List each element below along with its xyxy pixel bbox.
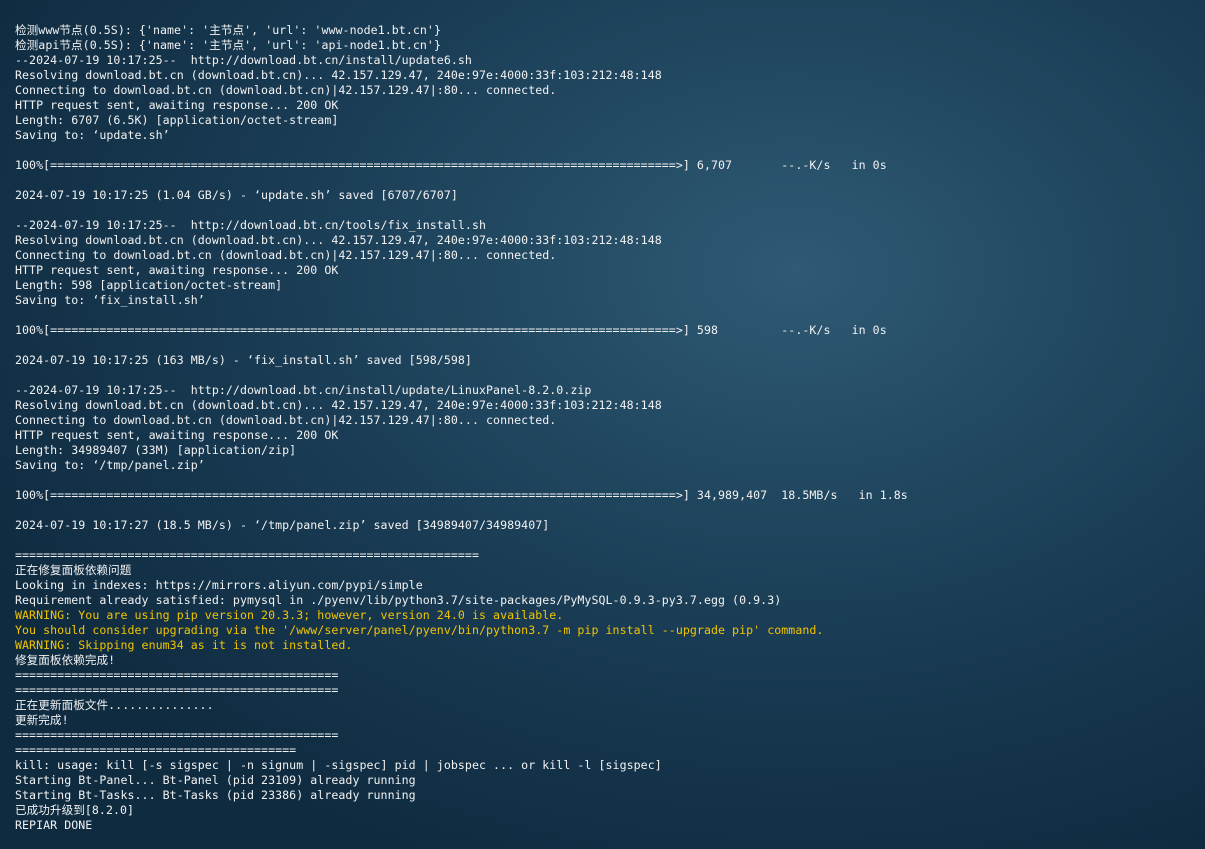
terminal-line: ========================================…	[15, 683, 339, 697]
terminal-line: HTTP request sent, awaiting response... …	[15, 98, 339, 112]
terminal-line: --2024-07-19 10:17:25-- http://download.…	[15, 53, 472, 67]
terminal-line: Resolving download.bt.cn (download.bt.cn…	[15, 68, 662, 82]
terminal-line: Length: 598 [application/octet-stream]	[15, 278, 283, 292]
terminal-line: 正在更新面板文件...............	[15, 698, 214, 712]
terminal-line: Saving to: ‘update.sh’	[15, 128, 170, 142]
terminal-warning-line: You should consider upgrading via the '/…	[15, 623, 824, 637]
terminal-line: --2024-07-19 10:17:25-- http://download.…	[15, 383, 592, 397]
terminal-line: Requirement already satisfied: pymysql i…	[15, 593, 782, 607]
terminal-line: Length: 34989407 (33M) [application/zip]	[15, 443, 297, 457]
terminal-line: Saving to: ‘fix_install.sh’	[15, 293, 205, 307]
terminal-line: Connecting to download.bt.cn (download.b…	[15, 248, 557, 262]
terminal-output: 检测www节点(0.5S): {'name': '主节点', 'url': 'w…	[15, 23, 908, 833]
terminal-line: 100%[===================================…	[15, 488, 908, 502]
terminal-window[interactable]: 检测www节点(0.5S): {'name': '主节点', 'url': 'w…	[0, 0, 1205, 849]
terminal-line: kill: usage: kill [-s sigspec | -n signu…	[15, 758, 662, 772]
terminal-line: Resolving download.bt.cn (download.bt.cn…	[15, 233, 662, 247]
terminal-line: 正在修复面板依赖问题	[15, 563, 132, 577]
terminal-line: REPIAR DONE	[15, 818, 93, 832]
terminal-line: Looking in indexes: https://mirrors.aliy…	[15, 578, 423, 592]
terminal-line: Length: 6707 (6.5K) [application/octet-s…	[15, 113, 339, 127]
terminal-line: 更新完成!	[15, 713, 69, 727]
terminal-line: Connecting to download.bt.cn (download.b…	[15, 413, 557, 427]
terminal-line: 2024-07-19 10:17:25 (163 MB/s) - ‘fix_in…	[15, 353, 472, 367]
terminal-line: 100%[===================================…	[15, 323, 887, 337]
terminal-line: 检测api节点(0.5S): {'name': '主节点', 'url': 'a…	[15, 38, 441, 52]
terminal-line: Starting Bt-Tasks... Bt-Tasks (pid 23386…	[15, 788, 416, 802]
terminal-warning-line: WARNING: Skipping enum34 as it is not in…	[15, 638, 353, 652]
terminal-line: HTTP request sent, awaiting response... …	[15, 428, 339, 442]
terminal-line: ========================================…	[15, 728, 339, 742]
terminal-line: HTTP request sent, awaiting response... …	[15, 263, 339, 277]
terminal-line: 检测www节点(0.5S): {'name': '主节点', 'url': 'w…	[15, 23, 441, 37]
terminal-line: Starting Bt-Panel... Bt-Panel (pid 23109…	[15, 773, 416, 787]
terminal-line: --2024-07-19 10:17:25-- http://download.…	[15, 218, 487, 232]
terminal-line: ========================================…	[15, 668, 339, 682]
terminal-line: 修复面板依赖完成!	[15, 653, 116, 667]
terminal-line: Resolving download.bt.cn (download.bt.cn…	[15, 398, 662, 412]
terminal-line: ========================================	[15, 743, 297, 757]
terminal-line: 2024-07-19 10:17:27 (18.5 MB/s) - ‘/tmp/…	[15, 518, 550, 532]
terminal-line: Saving to: ‘/tmp/panel.zip’	[15, 458, 205, 472]
terminal-line: 已成功升级到[8.2.0]	[15, 803, 135, 817]
terminal-line: Connecting to download.bt.cn (download.b…	[15, 83, 557, 97]
terminal-warning-line: WARNING: You are using pip version 20.3.…	[15, 608, 564, 622]
terminal-line: ========================================…	[15, 548, 479, 562]
terminal-line: 100%[===================================…	[15, 158, 887, 172]
terminal-line: 2024-07-19 10:17:25 (1.04 GB/s) - ‘updat…	[15, 188, 458, 202]
